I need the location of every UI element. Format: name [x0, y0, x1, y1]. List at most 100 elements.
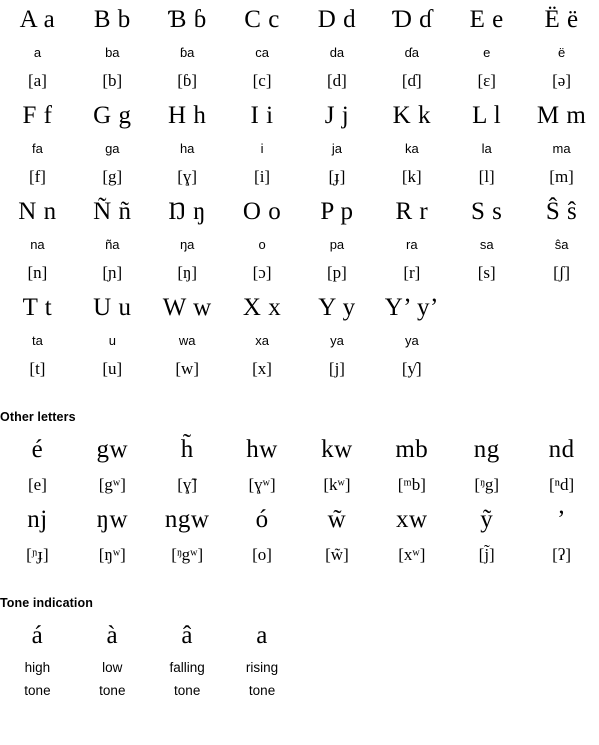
- tone-description: low: [102, 660, 123, 675]
- section-gap: [0, 570, 599, 590]
- letter-pair: N n: [18, 198, 57, 225]
- table-row: F f G g H h I i J j K k L l M m: [0, 96, 599, 136]
- ipa-value: [w]: [175, 359, 199, 378]
- letter-name: sa: [479, 237, 494, 252]
- tone-letter: a: [256, 622, 268, 649]
- section-heading-tone-indication: Tone indication: [0, 596, 93, 610]
- other-letter: é: [31, 436, 44, 463]
- ipa-value: [ɓ]: [177, 71, 198, 90]
- table-row: [n] [ɲ] [ŋ] [ɔ] [p] [r] [s] [ʃ]: [0, 258, 599, 288]
- letter-pair: S s: [470, 198, 503, 225]
- ipa-value: [ɲ]: [102, 263, 123, 282]
- ipa-value: [u]: [102, 359, 123, 378]
- letter-pair: X x: [242, 294, 282, 321]
- ipa-value: [d]: [327, 71, 347, 90]
- letter-name: o: [258, 237, 266, 252]
- table-row: nj ŋw ngw ó w̃ xw ỹ ’: [0, 500, 599, 540]
- tone-letter: â: [181, 622, 193, 649]
- ipa-value: [ʃ]: [553, 263, 571, 282]
- table-row: é gw h̃ hw kw mb ng nd: [0, 430, 599, 470]
- other-letter: ngw: [164, 506, 210, 533]
- letter-name: ra: [406, 237, 418, 252]
- ipa-value: [xʷ]: [398, 545, 426, 564]
- table-row: fa ga ha i ja ka la ma: [0, 136, 599, 162]
- ipa-value: [t]: [29, 359, 46, 378]
- ipa-value: [j̃]: [478, 545, 495, 564]
- ipa-value: [ɣʷ]: [248, 475, 276, 494]
- ipa-value: [ɗ]: [401, 71, 422, 90]
- letter-name: da: [329, 45, 345, 60]
- ipa-value: [i]: [254, 167, 271, 186]
- letter-name: ña: [105, 237, 120, 252]
- letter-pair: B b: [93, 6, 131, 33]
- ipa-value: [ə]: [552, 71, 571, 90]
- letter-pair: Ɓ ɓ: [167, 6, 207, 33]
- other-letter: nd: [548, 436, 575, 463]
- other-letter: hw: [246, 436, 278, 463]
- ipa-value: [ᵑgʷ]: [171, 545, 204, 564]
- letter-pair: Y y: [318, 294, 356, 321]
- ipa-value: [o]: [252, 545, 272, 564]
- letter-pair: L l: [472, 102, 502, 129]
- other-letter: ’: [557, 506, 566, 533]
- ipa-value: [e]: [28, 475, 47, 494]
- letter-pair: F f: [22, 102, 53, 129]
- tone-description: tone: [99, 683, 126, 698]
- ipa-value: [ᵐb]: [397, 475, 426, 494]
- main-alphabet-table: A a B b Ɓ ɓ C c D d Ɗ ɗ E e Ë ë a ba ɓa …: [0, 0, 599, 702]
- table-row: ta u wa xa ya ya: [0, 328, 599, 354]
- ipa-value: [ᵑg]: [474, 475, 499, 494]
- ipa-value: [ʔ]: [552, 545, 571, 564]
- ipa-value: [s]: [477, 263, 496, 282]
- letter-pair: H h: [168, 102, 207, 129]
- letter-name: u: [108, 333, 116, 348]
- letter-name: ya: [330, 333, 344, 348]
- tone-description: falling: [169, 660, 205, 675]
- ipa-value: [c]: [252, 71, 272, 90]
- letter-name: fa: [32, 141, 43, 156]
- letter-pair: I i: [250, 102, 274, 129]
- table-row: [a] [b] [ɓ] [c] [d] [ɗ] [ɛ] [ə]: [0, 66, 599, 96]
- alphabet-chart: A a B b Ɓ ɓ C c D d Ɗ ɗ E e Ë ë a ba ɓa …: [0, 0, 599, 702]
- letter-name: i: [260, 141, 264, 156]
- table-row: [ᶮɟ] [ŋʷ] [ᵑgʷ] [o] [w̃] [xʷ] [j̃] [ʔ]: [0, 540, 599, 570]
- other-letter: h̃: [180, 436, 194, 463]
- ipa-value: [ŋ]: [177, 263, 198, 282]
- letter-name: pa: [329, 237, 345, 252]
- table-row: a ba ɓa ca da ɗa e ë: [0, 40, 599, 66]
- letter-pair: T t: [22, 294, 53, 321]
- ipa-value: [a]: [28, 71, 47, 90]
- tone-description: high: [24, 660, 51, 675]
- letter-name: na: [30, 237, 45, 252]
- letter-pair: J j: [324, 102, 350, 129]
- other-letter: gw: [96, 436, 129, 463]
- letter-name: ma: [552, 141, 571, 156]
- letter-name: ta: [32, 333, 43, 348]
- letter-name: ga: [105, 141, 120, 156]
- table-row: tone tone tone tone: [0, 679, 599, 702]
- table-row: N n Ñ ñ Ŋ ŋ O o P p R r S s Ŝ ŝ: [0, 192, 599, 232]
- ipa-value: [ɣ]: [177, 167, 198, 186]
- tone-letter: à: [106, 622, 119, 649]
- letter-pair: E e: [469, 6, 504, 33]
- ipa-value: [k]: [401, 167, 422, 186]
- letter-pair: D d: [317, 6, 357, 33]
- letter-pair: R r: [395, 198, 429, 225]
- letter-name: ɗa: [404, 45, 420, 60]
- letter-name: a: [33, 45, 42, 60]
- letter-pair: U u: [93, 294, 132, 321]
- tone-heading-row: Tone indication: [0, 590, 599, 616]
- ipa-value: [p]: [327, 263, 347, 282]
- letter-pair: G g: [93, 102, 132, 129]
- ipa-value: [ŋʷ]: [98, 545, 126, 564]
- main-alphabet-body: A a B b Ɓ ɓ C c D d Ɗ ɗ E e Ë ë a ba ɓa …: [0, 0, 599, 702]
- table-row: á à â a: [0, 616, 599, 656]
- letter-pair: M m: [536, 102, 587, 129]
- letter-name: ca: [255, 45, 269, 60]
- table-row: [t] [u] [w] [x] [j] [ƴ]: [0, 354, 599, 384]
- tone-letter: á: [31, 622, 44, 649]
- other-letter: kw: [321, 436, 353, 463]
- letter-pair: C c: [244, 6, 280, 33]
- letter-name: la: [481, 141, 492, 156]
- letter-name: ya: [404, 333, 419, 348]
